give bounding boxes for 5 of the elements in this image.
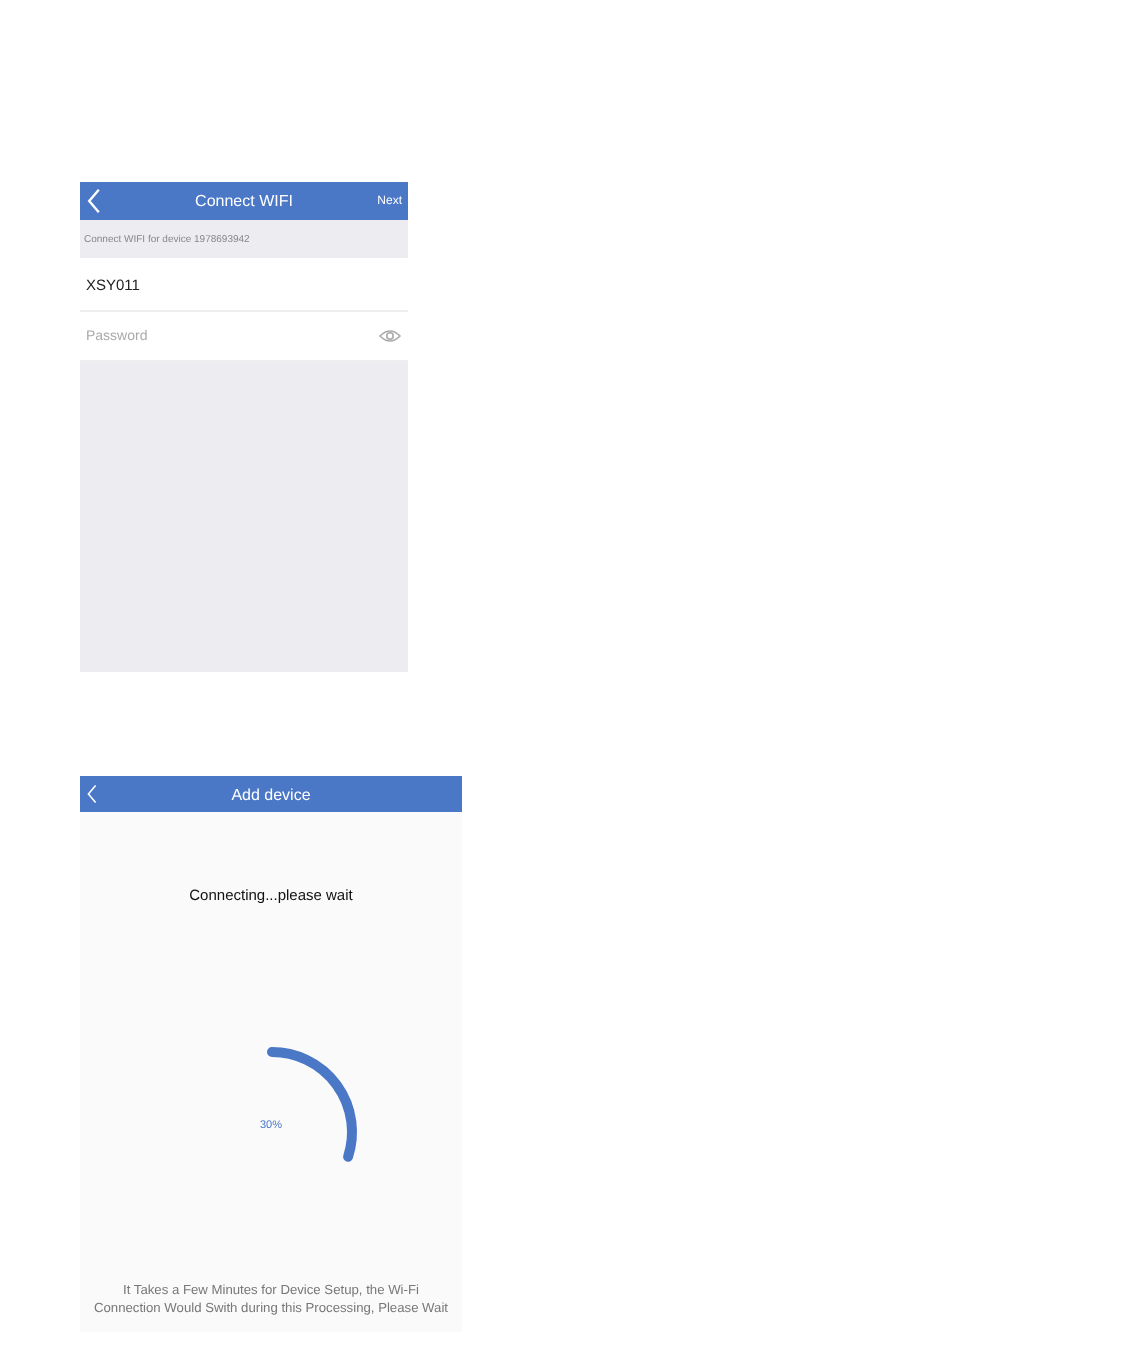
screen-title: Add device [229, 785, 313, 803]
screen-title: Connect WIFI [193, 192, 295, 210]
back-icon[interactable] [86, 188, 102, 214]
eye-icon[interactable] [378, 328, 402, 344]
back-icon[interactable] [86, 784, 98, 804]
